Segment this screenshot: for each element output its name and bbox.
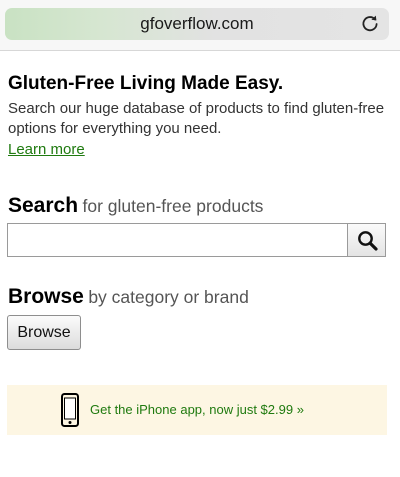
- learn-more-link[interactable]: Learn more: [8, 141, 85, 159]
- browse-heading: Browse by category or brand: [8, 285, 249, 311]
- url-text[interactable]: gfoverflow.com: [5, 8, 389, 40]
- search-subtitle: for gluten-free products: [82, 196, 264, 216]
- search-input[interactable]: [7, 223, 348, 257]
- address-bar[interactable]: gfoverflow.com: [5, 8, 389, 40]
- reload-icon[interactable]: [361, 15, 379, 33]
- iphone-app-link[interactable]: Get the iPhone app, now just $2.99 »: [90, 385, 304, 435]
- hero-title: Gluten-Free Living Made Easy.: [8, 73, 284, 94]
- browse-title: Browse: [8, 285, 84, 308]
- search-heading: Search for gluten-free products: [8, 194, 263, 220]
- browser-toolbar: gfoverflow.com: [0, 0, 400, 51]
- browse-subtitle: by category or brand: [88, 287, 249, 307]
- browse-button[interactable]: Browse: [7, 315, 81, 350]
- search-title: Search: [8, 194, 79, 217]
- app-promo-banner[interactable]: Get the iPhone app, now just $2.99 »: [7, 385, 387, 435]
- magnifier-icon: [358, 231, 378, 251]
- search-button[interactable]: [347, 223, 386, 257]
- hero-description: Search our huge database of products to …: [8, 100, 385, 137]
- smartphone-icon: [61, 393, 79, 427]
